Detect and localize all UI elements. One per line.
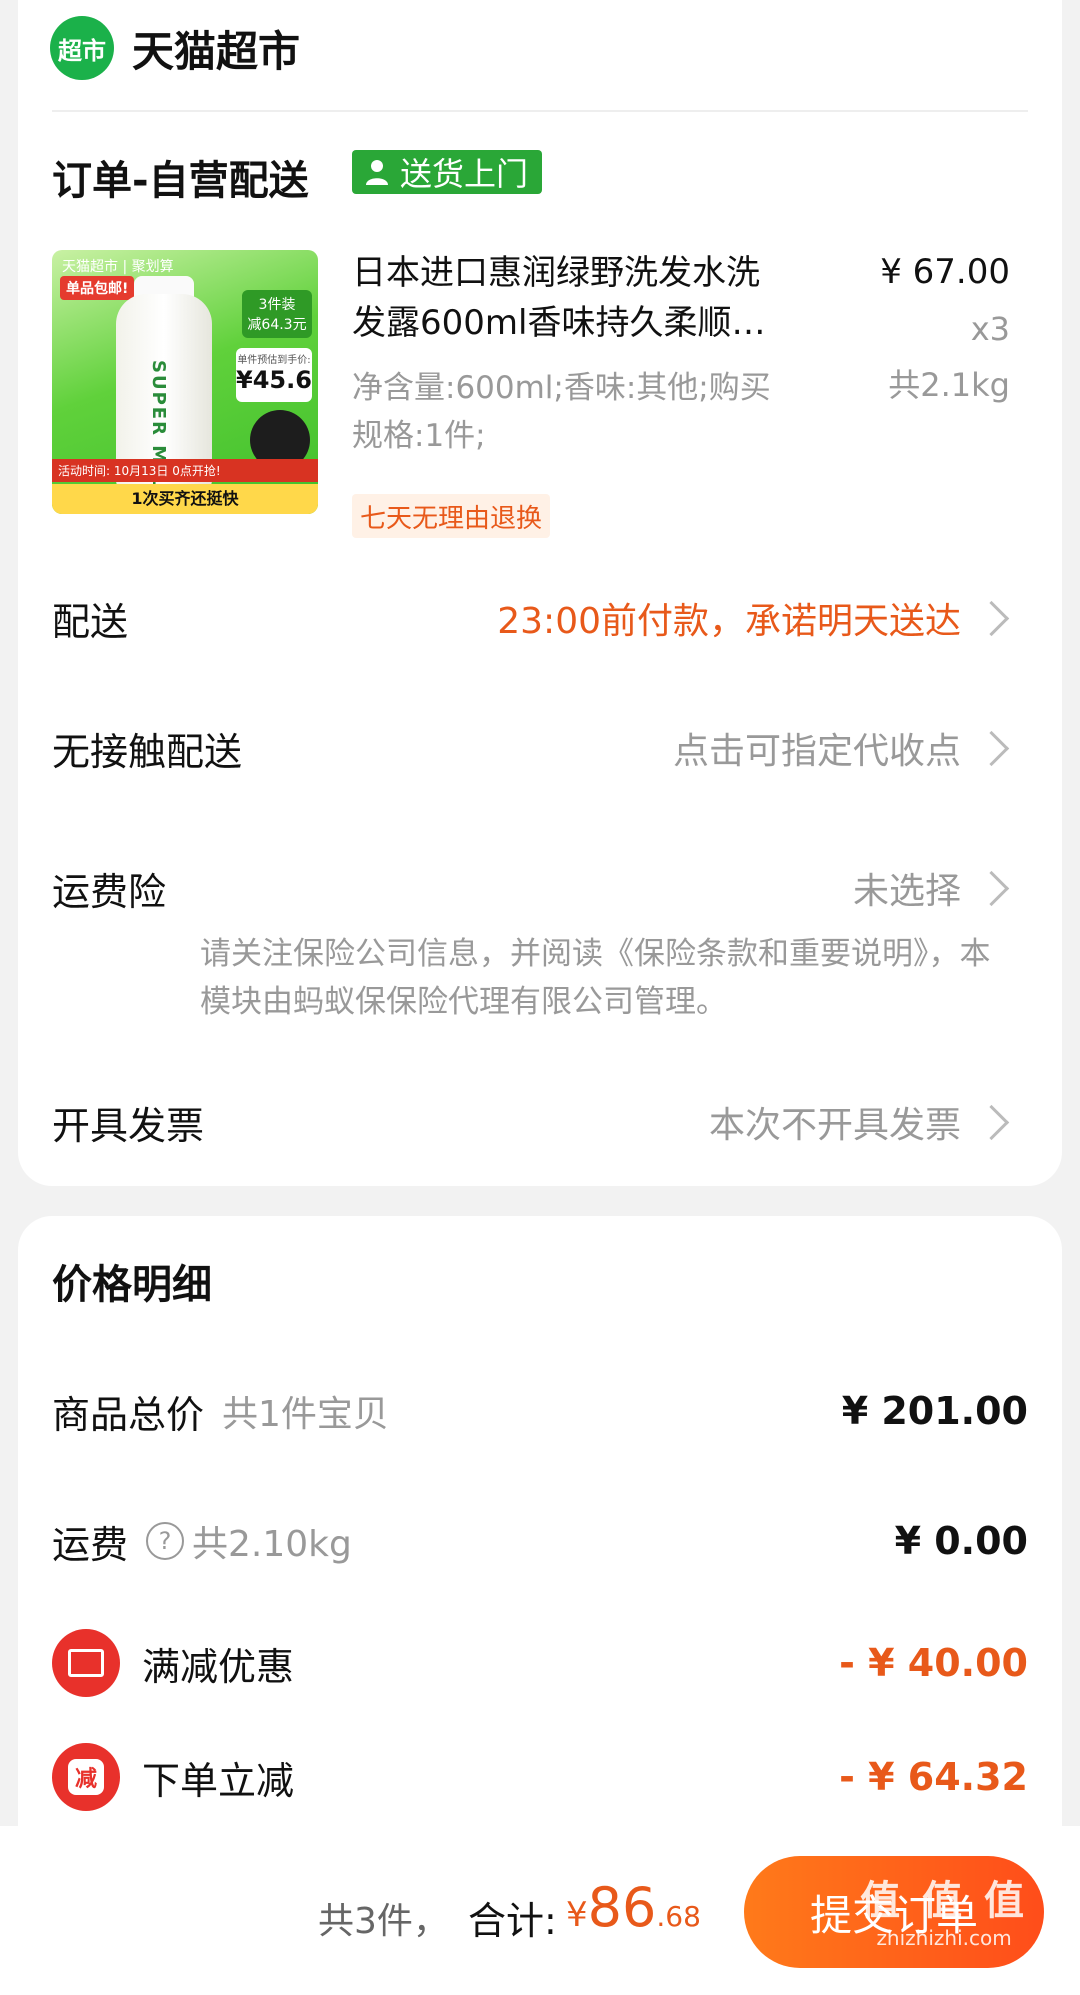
store-logo-icon: 超市 [50,16,114,80]
total-int: 86 [587,1876,657,1939]
price-detail-title: 价格明细 [52,1262,212,1308]
contactless-label: 无接触配送 [52,729,243,774]
insurance-note: 请关注保险公司信息，并阅读《保险条款和重要说明》，本模块由蚂蚁保保险代理有限公司… [200,936,991,1020]
product-spec-line2: 规格:1件; [352,418,486,454]
order-title: 订单-自营配送 [52,158,309,204]
thumb-price-caption: 单件预估到手价: [237,355,311,366]
goods-total-label: 商品总价 [52,1392,205,1437]
thumb-brand: SUPER MILD [148,360,169,505]
return-policy-tag: 七天无理由退换 [352,494,551,538]
ship-tag-label: 送货上门 [400,155,529,193]
total-label: 合计: [468,1899,557,1943]
submit-order-button[interactable]: 提交订单 值 值 值 zhizhizhi.com [744,1856,1044,1968]
checkout-bar: 共3件， 合计: ¥86.68 提交订单 值 值 值 zhizhizhi.com [0,1826,1080,1995]
full-discount-label: 满减优惠 [142,1644,295,1689]
chevron-right-icon [973,730,1010,766]
thumb-badge: 3件装 减64.3元 [242,290,312,338]
shipping-row: 运费 ? 共2.10kg ¥ 0.00 [52,1506,1028,1576]
order-discount-row: 减 下单立减 - ¥ 64.32 [52,1742,1028,1812]
full-discount-amount: - ¥ 40.00 [839,1641,1028,1685]
thumb-badge-line1: 3件装 [258,297,296,313]
delivery-row[interactable]: 配送 23:00前付款，承诺明天送达 [52,588,1010,648]
person-icon [366,160,388,185]
thumb-event-time: 活动时间: 10月13日 0点开抢! [52,459,318,482]
delivery-value: 23:00前付款，承诺明天送达 [497,592,1010,644]
watermark-logo: 值 值 值 [860,1878,1028,1924]
order-card: 超市 天猫超市 订单-自营配送 送货上门 天猫超市 | 聚划算 单品包邮! SU… [18,0,1062,1186]
delivery-value-text: 23:00前付款，承诺明天送达 [497,601,961,642]
product-weight: 共2.1kg [888,366,1010,404]
thumb-bottom-text: 1次买齐还挺快 [52,484,318,514]
goods-total-sub: 共1件宝贝 [222,1394,389,1435]
product-spec: 净含量:600ml;香味:其他;购买 规格:1件; [352,364,852,460]
product-title[interactable]: 日本进口惠润绿野洗发水洗 发露600ml香味持久柔顺… [352,248,852,348]
full-discount-row: 满减优惠 - ¥ 40.00 [52,1628,1028,1698]
product-title-line1: 日本进口惠润绿野洗发水洗 [352,253,760,293]
coupon-icon [52,1629,120,1697]
chevron-right-icon [973,870,1010,906]
discount-icon: 减 [52,1743,120,1811]
total-currency: ¥ [566,1895,588,1935]
invoice-value: 本次不开具发票 [709,1096,1010,1148]
insurance-row[interactable]: 运费险 未选择 [52,858,1010,918]
product-price: ¥ 67.00 [880,252,1010,292]
shipping-sub: 共2.10kg [192,1524,352,1565]
chevron-right-icon [973,600,1010,636]
watermark-site: zhizhizhi.com [876,1926,1012,1950]
total-amount: ¥86.68 [566,1876,701,1939]
total-dec: .68 [656,1900,701,1933]
watermark: 值 值 值 zhizhizhi.com [860,1868,1028,1950]
thumb-top-text: 天猫超市 | 聚划算 [62,259,174,275]
contactless-row[interactable]: 无接触配送 点击可指定代收点 [52,718,1010,778]
invoice-label: 开具发票 [52,1103,205,1148]
invoice-value-text: 本次不开具发票 [708,1105,961,1146]
shipping-label: 运费 [52,1522,129,1567]
store-name: 天猫超市 [132,26,301,76]
product-qty: x3 [970,310,1010,348]
goods-total-amount: ¥ 201.00 [841,1389,1028,1433]
goods-total-row: 商品总价 共1件宝贝 ¥ 201.00 [52,1376,1028,1446]
shipping-amount: ¥ 0.00 [894,1519,1028,1563]
invoice-row[interactable]: 开具发票 本次不开具发票 [52,1092,1010,1152]
product-spec-line1: 净含量:600ml;香味:其他;购买 [352,370,771,406]
product-title-line2: 发露600ml香味持久柔顺… [352,303,766,343]
price-detail-card: 价格明细 商品总价 共1件宝贝 ¥ 201.00 运费 ? 共2.10kg ¥ … [18,1216,1062,1826]
contactless-value-text: 点击可指定代收点 [672,731,961,772]
insurance-label: 运费险 [52,869,167,914]
discount-icon-text: 减 [74,1767,97,1792]
product-thumbnail[interactable]: 天猫超市 | 聚划算 单品包邮! SUPER MILD 3件装 减64.3元 单… [52,250,318,514]
thumb-price-box: 单件预估到手价: ¥45.6 [236,348,312,402]
order-discount-label: 下单立减 [142,1758,295,1803]
divider [52,110,1028,112]
contactless-value: 点击可指定代收点 [673,722,1010,774]
order-discount-amount: - ¥ 64.32 [839,1755,1028,1799]
delivery-label: 配送 [52,599,129,644]
ship-tag: 送货上门 [352,150,543,194]
insurance-value-text: 未选择 [852,871,961,912]
thumb-free-ship: 单品包邮! [60,276,135,300]
thumb-price-value: ¥45.6 [236,366,312,394]
question-icon[interactable]: ? [146,1522,185,1560]
insurance-value: 未选择 [853,862,1010,914]
store-header[interactable]: 超市 天猫超市 [50,14,300,82]
item-count: 共3件， [318,1901,449,1942]
chevron-right-icon [973,1104,1010,1140]
thumb-badge-line2: 减64.3元 [247,317,307,333]
